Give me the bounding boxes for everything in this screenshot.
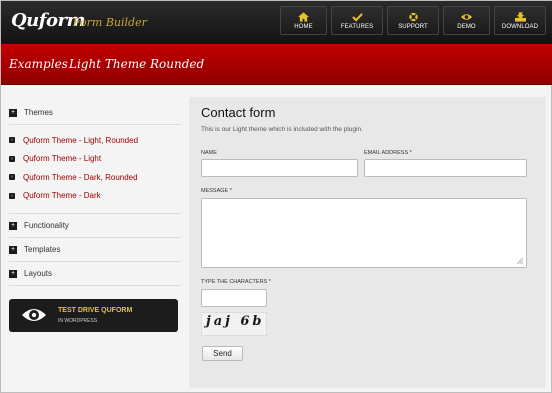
sidebar-item-light-rounded[interactable]: › Quform Theme - Light, Rounded bbox=[9, 131, 181, 150]
sidebar-section-label: Themes bbox=[24, 108, 53, 117]
message-label: MESSAGE * bbox=[201, 188, 232, 194]
sidebar-item-label: Quform Theme - Light bbox=[23, 154, 102, 164]
sidebar-item-label: Quform Theme - Dark bbox=[23, 191, 101, 201]
sidebar: + Themes › Quform Theme - Light, Rounded… bbox=[9, 101, 181, 286]
lifebuoy-icon bbox=[408, 12, 418, 21]
eye-icon bbox=[22, 309, 46, 321]
expand-icon: + bbox=[9, 108, 17, 117]
sidebar-section-label: Layouts bbox=[24, 269, 53, 278]
sidebar-item-dark-rounded[interactable]: › Quform Theme - Dark, Rounded bbox=[9, 168, 181, 187]
nav-demo-label: DEMO bbox=[457, 23, 476, 30]
message-textarea[interactable] bbox=[201, 198, 527, 268]
sidebar-item-label: Quform Theme - Dark, Rounded bbox=[23, 172, 138, 182]
sidebar-section-themes[interactable]: + Themes bbox=[9, 101, 181, 125]
top-bar: Quform Form Builder HOME FEATURES SUPPOR… bbox=[1, 1, 552, 44]
sidebar-section-layouts[interactable]: + Layouts bbox=[9, 262, 181, 286]
sidebar-item-label: Quform Theme - Light, Rounded bbox=[23, 135, 139, 145]
nav-features-label: FEATURES bbox=[340, 23, 374, 30]
sidebar-section-label: Templates bbox=[24, 245, 61, 254]
form-description: This is our Light theme which is include… bbox=[201, 126, 363, 133]
name-label: NAME bbox=[201, 150, 217, 156]
test-drive-title: TEST DRIVE QUFORM bbox=[58, 307, 133, 314]
nav-support-label: SUPPORT bbox=[398, 23, 428, 30]
nav-download-label: DOWNLOAD bbox=[501, 23, 539, 30]
expand-icon: + bbox=[9, 245, 17, 254]
test-drive-button[interactable]: TEST DRIVE QUFORM IN WORDPRESS bbox=[9, 299, 178, 332]
contact-form-panel: Contact form This is our Light theme whi… bbox=[189, 97, 546, 388]
bullet-icon: › bbox=[9, 174, 15, 181]
test-drive-subtitle: IN WORDPRESS bbox=[58, 318, 98, 324]
captcha-label: TYPE THE CHARACTERS * bbox=[201, 279, 271, 285]
captcha-characters: jaj 6b bbox=[206, 314, 265, 329]
sidebar-section-templates[interactable]: + Templates bbox=[9, 238, 181, 262]
sidebar-section-functionality[interactable]: + Functionality bbox=[9, 214, 181, 238]
send-button[interactable]: Send bbox=[202, 346, 243, 361]
title-band: Examples Light Theme Rounded bbox=[1, 44, 552, 85]
captcha-input[interactable] bbox=[201, 289, 267, 307]
eye-icon bbox=[461, 13, 472, 20]
name-input[interactable] bbox=[201, 159, 358, 177]
resize-grip-icon[interactable] bbox=[517, 258, 523, 264]
bullet-icon: › bbox=[9, 192, 15, 199]
sidebar-section-label: Functionality bbox=[24, 221, 69, 230]
bullet-icon: › bbox=[9, 155, 15, 162]
expand-icon: + bbox=[9, 269, 17, 278]
nav-download-button[interactable]: DOWNLOAD bbox=[494, 6, 546, 35]
captcha-image: jaj 6b bbox=[201, 312, 267, 336]
home-icon bbox=[298, 11, 309, 22]
sidebar-item-light[interactable]: › Quform Theme - Light bbox=[9, 150, 181, 169]
download-icon bbox=[514, 11, 526, 22]
logo-subtitle: Form Builder bbox=[73, 16, 147, 29]
email-label: EMAIL ADDRESS * bbox=[364, 150, 412, 156]
nav-support-button[interactable]: SUPPORT bbox=[387, 6, 439, 35]
nav-home-label: HOME bbox=[294, 23, 313, 30]
bullet-icon: › bbox=[9, 137, 15, 144]
email-input[interactable] bbox=[364, 159, 527, 177]
breadcrumb-examples[interactable]: Examples bbox=[9, 57, 68, 71]
expand-icon: + bbox=[9, 221, 17, 230]
checkmark-icon bbox=[351, 12, 363, 22]
sidebar-item-dark[interactable]: › Quform Theme - Dark bbox=[9, 187, 181, 206]
nav-demo-button[interactable]: DEMO bbox=[443, 6, 490, 35]
breadcrumb-current: Light Theme Rounded bbox=[69, 57, 205, 71]
themes-list: › Quform Theme - Light, Rounded › Quform… bbox=[9, 125, 181, 214]
form-title: Contact form bbox=[201, 105, 276, 120]
nav-home-button[interactable]: HOME bbox=[280, 6, 327, 35]
main-nav: HOME FEATURES SUPPORT DEMO DOWNLOAD bbox=[280, 6, 546, 35]
nav-features-button[interactable]: FEATURES bbox=[331, 6, 383, 35]
